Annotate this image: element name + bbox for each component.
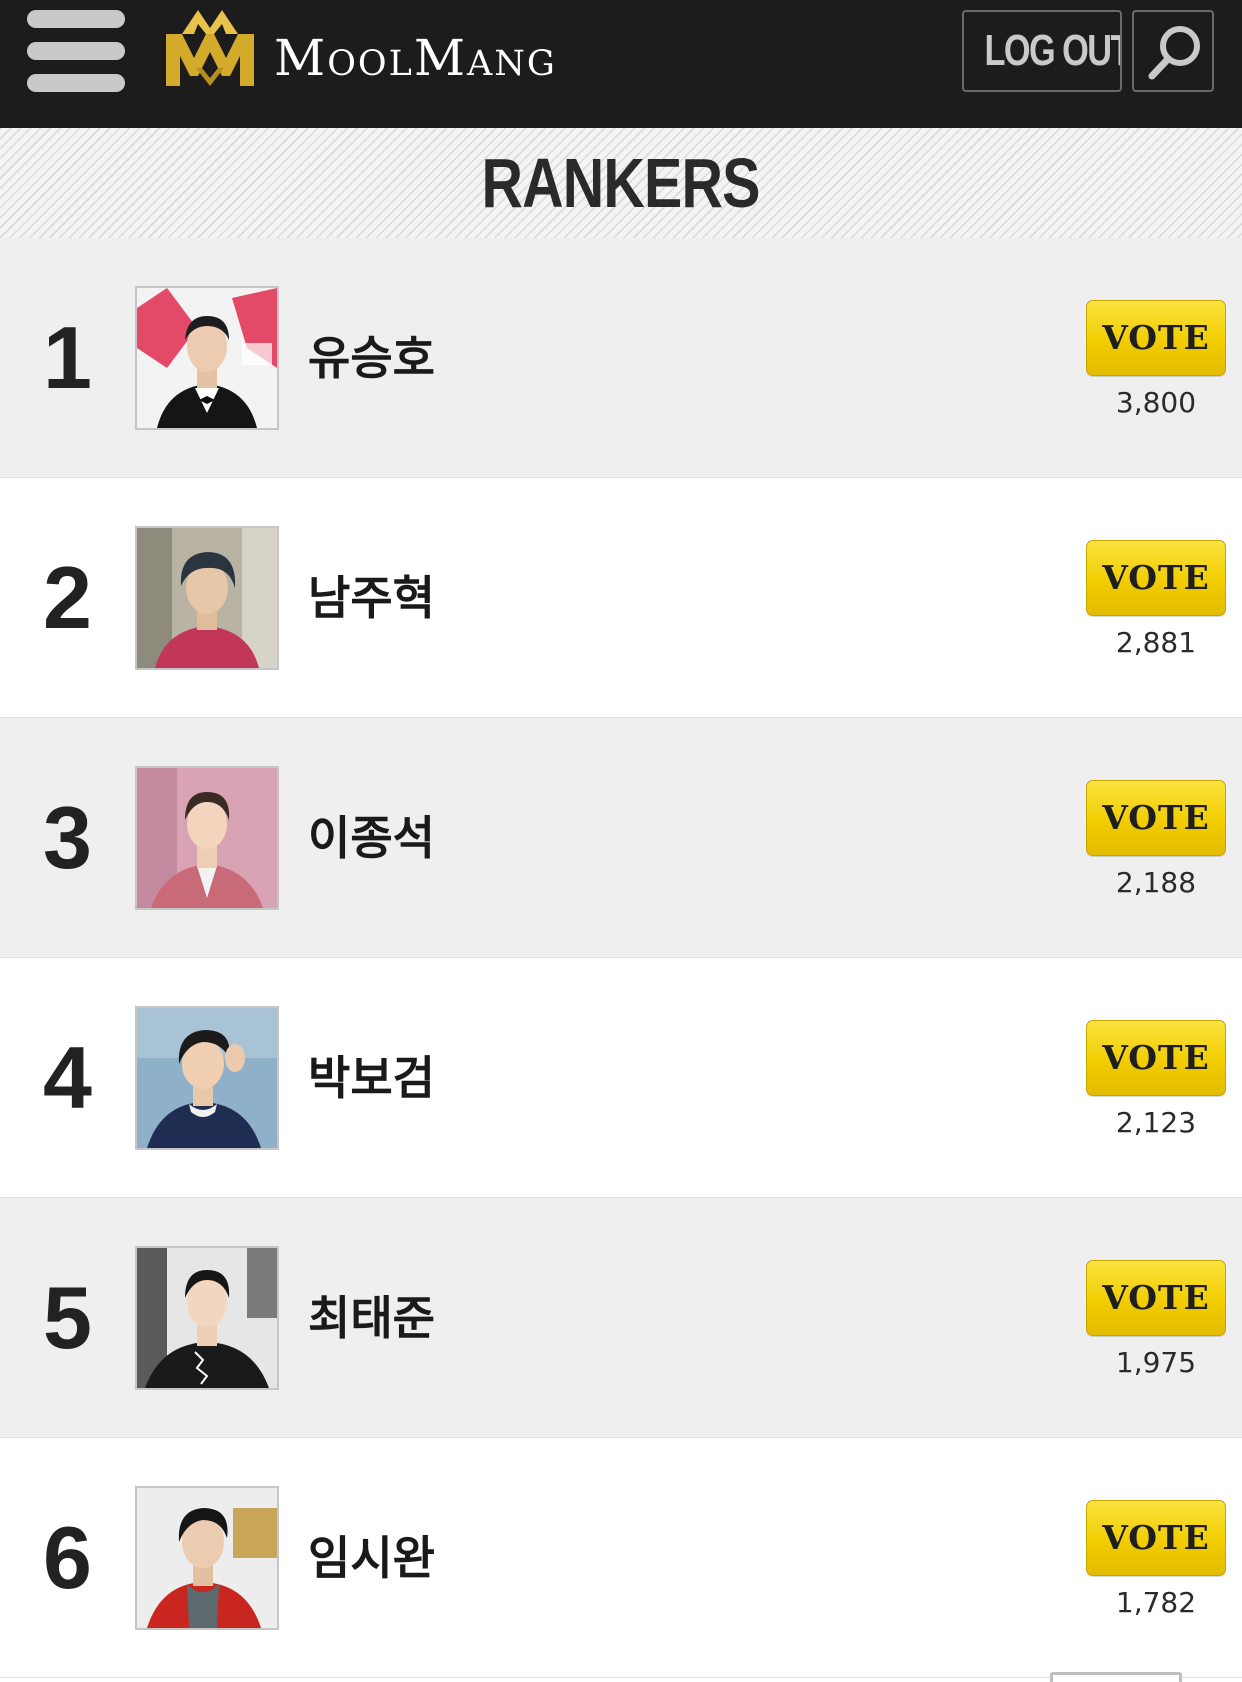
top-navigation-bar: MoolMang LOG OUT [0, 0, 1242, 128]
vote-count: 2,123 [1115, 1106, 1197, 1139]
ranker-photo[interactable] [135, 286, 279, 430]
ranker-name: 최태준 [308, 1291, 435, 1345]
ranker-row: 6 임시완 VOTE 1,782 [0, 1438, 1242, 1678]
ranker-row: 5 최태준 VOTE 1,975 [0, 1198, 1242, 1438]
ranker-row: 4 박보검 VOTE 2,123 [0, 958, 1242, 1198]
section-title: RANKERS [0, 128, 1242, 238]
rank-number: 2 [43, 548, 92, 647]
vote-count: 1,782 [1115, 1586, 1197, 1619]
ranker-name: 남주혁 [308, 571, 435, 625]
vote-count: 2,188 [1115, 866, 1197, 899]
ranker-photo[interactable] [135, 1006, 279, 1150]
ranking-list: 1 유승호 VOTE 3,800 2 남주혁 VOTE 2,881 3 이종석 … [0, 238, 1242, 1678]
vote-button[interactable]: VOTE [1086, 300, 1226, 376]
rank-number: 5 [43, 1268, 92, 1367]
search-button[interactable] [1132, 10, 1214, 92]
vote-count: 3,800 [1115, 386, 1197, 419]
bottom-tab-edge[interactable] [1050, 1672, 1182, 1682]
ranker-photo[interactable] [135, 766, 279, 910]
rank-number: 6 [43, 1508, 92, 1607]
ranker-photo[interactable] [135, 1246, 279, 1390]
vote-count: 1,975 [1115, 1346, 1197, 1379]
rank-number: 4 [43, 1028, 92, 1127]
vote-button[interactable]: VOTE [1086, 780, 1226, 856]
ranker-name: 임시완 [308, 1531, 435, 1585]
vote-button[interactable]: VOTE [1086, 540, 1226, 616]
ranker-row: 1 유승호 VOTE 3,800 [0, 238, 1242, 478]
ranker-name: 유승호 [308, 331, 435, 385]
vote-button[interactable]: VOTE [1086, 1500, 1226, 1576]
ranker-name: 이종석 [308, 811, 435, 865]
search-icon [1148, 26, 1200, 80]
logout-button[interactable]: LOG OUT [962, 10, 1122, 92]
section-title-label: RANKERS [481, 144, 761, 222]
brand-name[interactable]: MoolMang [274, 28, 557, 88]
rank-number: 1 [43, 308, 92, 407]
vote-button[interactable]: VOTE [1086, 1020, 1226, 1096]
crown-mm-logo[interactable] [160, 6, 260, 90]
vote-button[interactable]: VOTE [1086, 1260, 1226, 1336]
hamburger-menu-icon[interactable] [27, 10, 125, 92]
section-banner: RANKERS [0, 128, 1242, 238]
rank-number: 3 [43, 788, 92, 887]
ranker-row: 3 이종석 VOTE 2,188 [0, 718, 1242, 958]
vote-count: 2,881 [1115, 626, 1197, 659]
logout-label: LOG OUT [984, 26, 1122, 75]
ranker-name: 박보검 [308, 1051, 435, 1105]
ranker-photo[interactable] [135, 526, 279, 670]
ranker-row: 2 남주혁 VOTE 2,881 [0, 478, 1242, 718]
ranker-photo[interactable] [135, 1486, 279, 1630]
